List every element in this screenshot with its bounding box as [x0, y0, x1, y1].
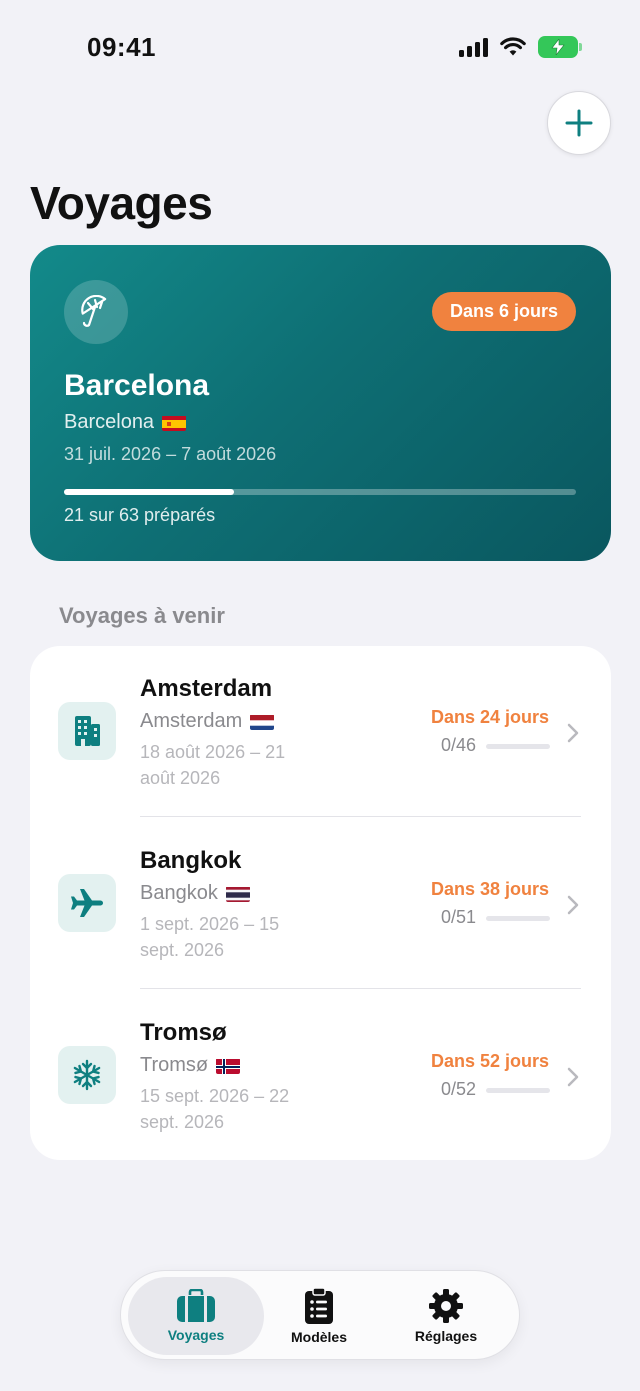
- trip-title: Amsterdam: [140, 675, 273, 702]
- trip-dates: 1 sept. 2026 – 15 sept. 2026: [140, 914, 280, 960]
- tab-voyages[interactable]: Voyages: [128, 1277, 264, 1355]
- packed-count: 0/46: [440, 735, 476, 755]
- tab-bar: Voyages Modèles Réglages: [120, 1270, 520, 1360]
- chevron-right-icon: [567, 723, 579, 743]
- tab-label: Voyages: [167, 1327, 225, 1343]
- trip-city: Amsterdam: [140, 710, 243, 732]
- airplane-icon: [58, 874, 116, 932]
- snowflake-icon: [58, 1046, 116, 1104]
- trip-city: Barcelona: [64, 411, 155, 433]
- packed-count: 0/51: [440, 907, 476, 927]
- gear-icon: [429, 1289, 463, 1323]
- umbrella-icon: [64, 280, 128, 344]
- trip-location: Amsterdam: [140, 710, 275, 733]
- plus-icon: [565, 109, 593, 137]
- trip-title: Barcelona: [64, 369, 210, 402]
- add-trip-button[interactable]: [547, 91, 611, 155]
- row-divider: [140, 816, 581, 817]
- trip-dates: 18 août 2026 – 21 août 2026: [140, 742, 286, 788]
- packing-progress-bar: [486, 1088, 550, 1093]
- trip-location: Tromsø: [140, 1054, 241, 1077]
- trip-countdown: Dans 24 jours: [430, 707, 549, 727]
- tab-reglages[interactable]: Réglages: [383, 1277, 509, 1355]
- upcoming-trips-list: Amsterdam Amsterdam 18 août 2026 – 21 ao…: [30, 646, 611, 1160]
- status-time: 09:41: [87, 32, 156, 62]
- tab-label: Modèles: [290, 1329, 347, 1345]
- trip-title: Bangkok: [140, 847, 242, 874]
- battery-icon: [538, 36, 582, 58]
- flag-netherlands-icon: [250, 714, 275, 730]
- trip-row-bangkok[interactable]: Bangkok Bangkok 1 sept. 2026 – 15 sept. …: [30, 818, 611, 989]
- trip-city: Bangkok: [140, 882, 218, 904]
- chevron-right-icon: [567, 895, 579, 915]
- suitcase-icon: [177, 1289, 215, 1322]
- packed-count: 0/52: [440, 1079, 476, 1099]
- packing-progress-bar: [486, 744, 550, 749]
- app-screen: 09:41 Voyages Dans 6 jours Barcelona Bar…: [0, 0, 640, 1391]
- building-icon: [58, 702, 116, 760]
- row-divider: [140, 988, 581, 989]
- preparation-progress-fill: [64, 489, 235, 495]
- status-icons: [459, 36, 582, 58]
- upcoming-section-title: Voyages à venir: [59, 603, 225, 628]
- trip-countdown: Dans 38 jours: [430, 879, 549, 899]
- checklist-icon: [305, 1287, 333, 1324]
- trip-dates: 31 juil. 2026 – 7 août 2026: [64, 444, 277, 464]
- trip-row-amsterdam[interactable]: Amsterdam Amsterdam 18 août 2026 – 21 ao…: [30, 646, 611, 817]
- trip-title: Tromsø: [140, 1019, 227, 1046]
- cellular-signal-icon: [459, 37, 488, 57]
- preparation-progress-bar: [64, 489, 576, 495]
- chevron-right-icon: [567, 1067, 579, 1087]
- trip-city: Tromsø: [140, 1054, 209, 1076]
- featured-trip-card[interactable]: Dans 6 jours Barcelona Barcelona 31 juil…: [30, 245, 611, 561]
- page-title: Voyages: [30, 177, 213, 229]
- trip-location: Bangkok: [140, 882, 250, 905]
- wifi-icon: [500, 37, 526, 56]
- tab-label: Réglages: [414, 1328, 478, 1344]
- trip-dates: 15 sept. 2026 – 22 sept. 2026: [140, 1086, 290, 1132]
- flag-spain-icon: [162, 415, 187, 431]
- countdown-badge: Dans 6 jours: [431, 292, 576, 331]
- preparation-progress-text: 21 sur 63 préparés: [64, 505, 216, 525]
- packing-progress-bar: [486, 916, 550, 921]
- tab-modeles[interactable]: Modèles: [261, 1277, 377, 1355]
- flag-norway-icon: [216, 1058, 241, 1074]
- trip-location: Barcelona: [64, 411, 187, 434]
- trip-row-tromso[interactable]: Tromsø Tromsø 15 sept. 2026 – 22 sept. 2…: [30, 990, 611, 1161]
- flag-thailand-icon: [225, 886, 250, 902]
- trip-countdown: Dans 52 jours: [430, 1051, 549, 1071]
